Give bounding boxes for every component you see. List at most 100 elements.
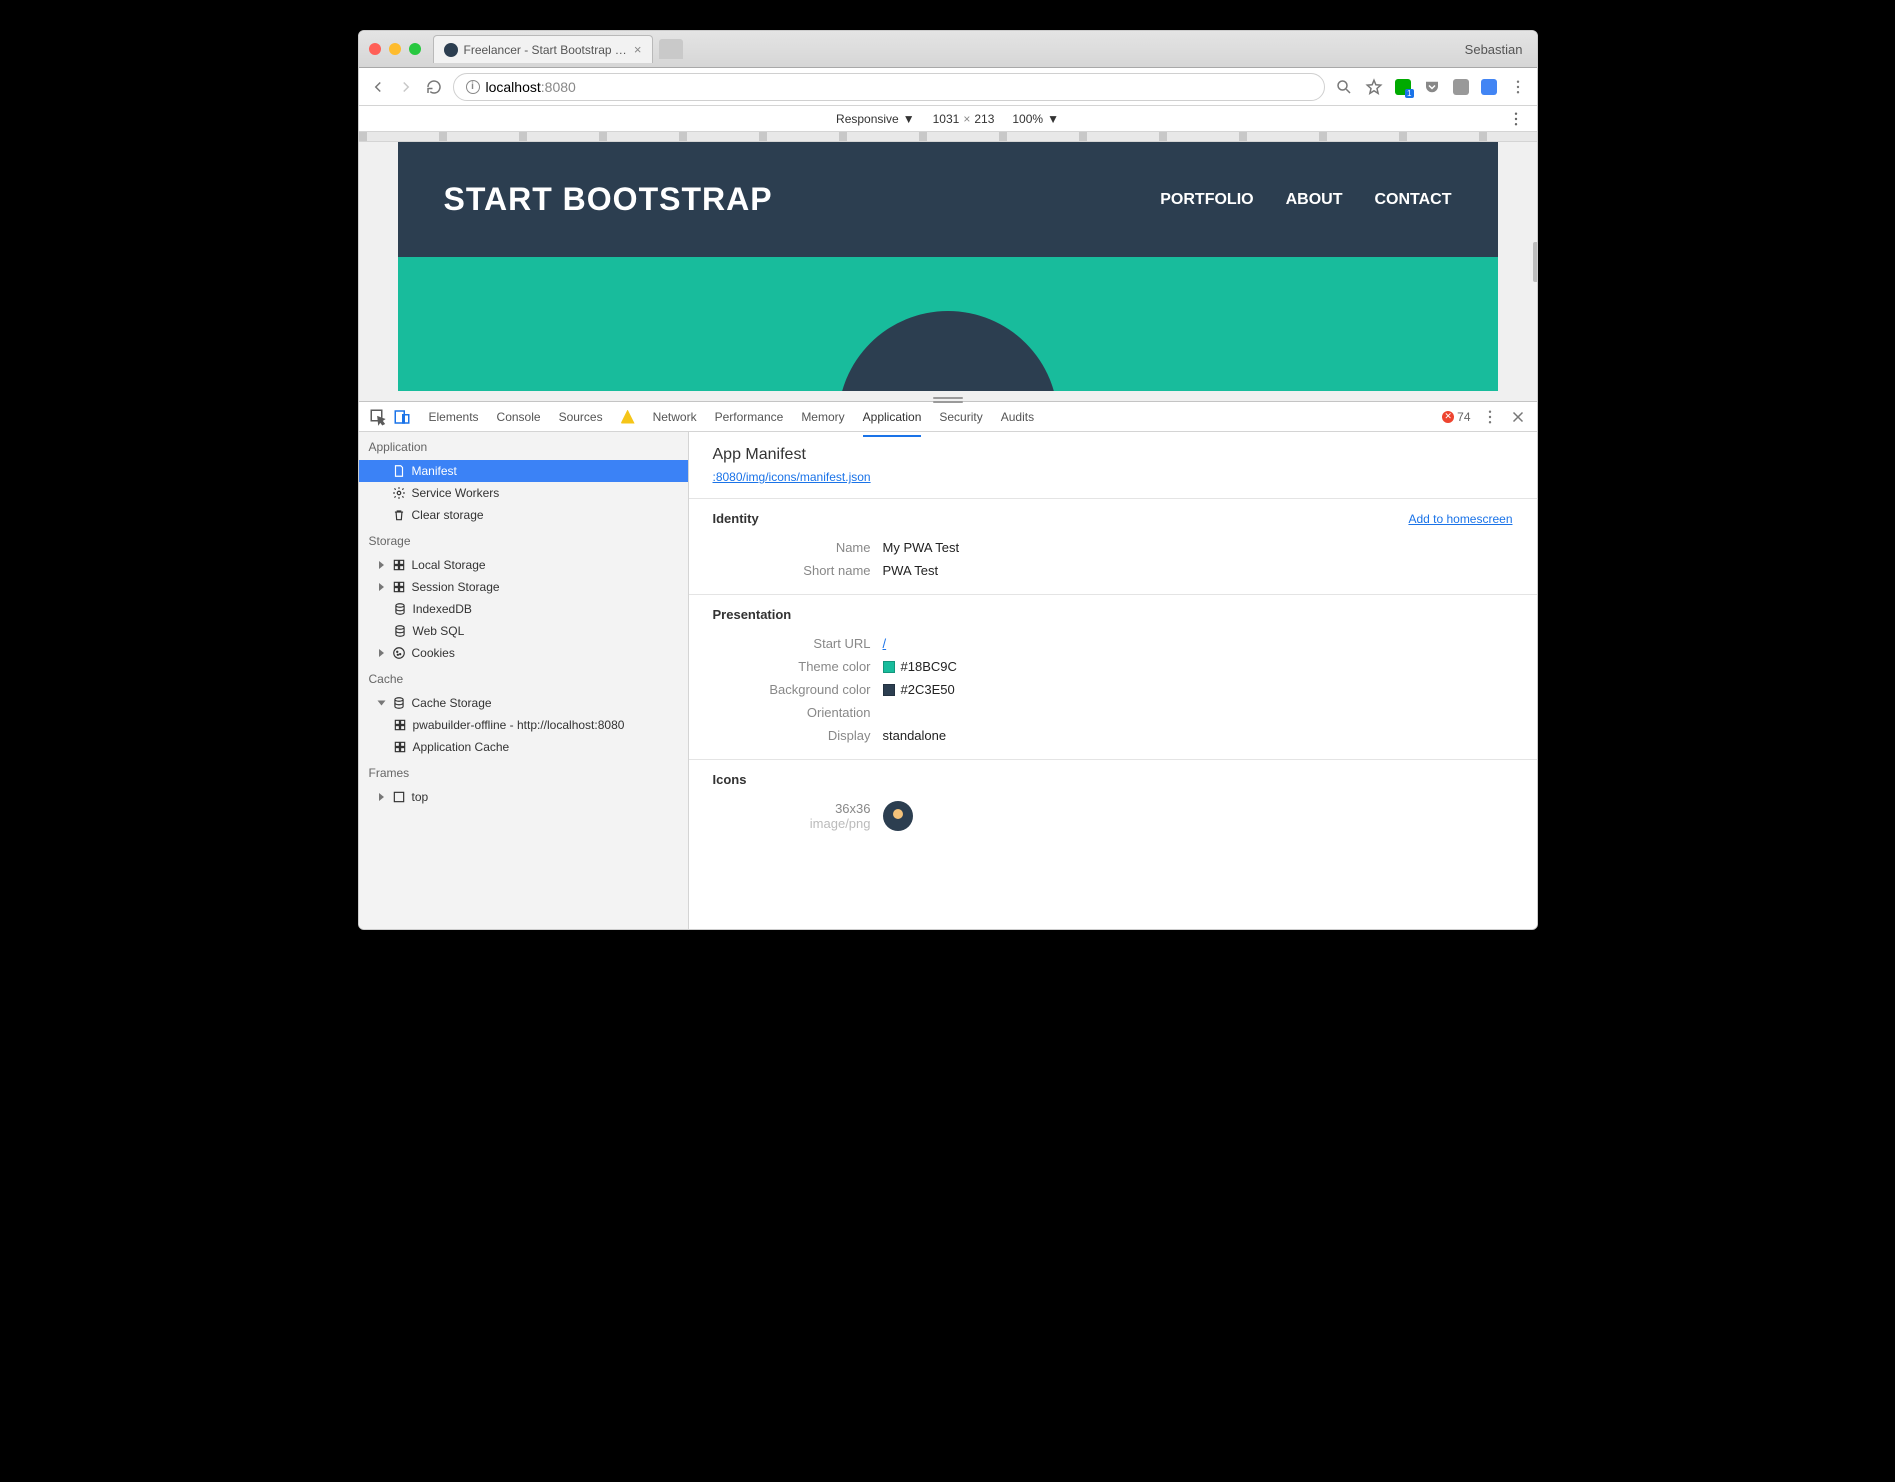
address-bar[interactable]: i localhost:8080 [453, 73, 1325, 101]
add-to-homescreen-link[interactable]: Add to homescreen [1408, 512, 1512, 526]
devtools-tab-network[interactable]: Network [653, 404, 697, 430]
viewport-resize-handle-bottom[interactable] [933, 397, 963, 403]
warning-icon [621, 410, 635, 424]
error-count-badge[interactable]: ✕74 [1442, 410, 1470, 424]
extension-2-icon[interactable] [1453, 79, 1469, 95]
grid-icon [393, 740, 407, 754]
kv-key: Name [713, 540, 883, 555]
sidebar-item-service-workers[interactable]: Service Workers [359, 482, 688, 504]
expand-arrow-icon[interactable] [379, 793, 384, 801]
sidebar-item-label: Cookies [412, 646, 455, 660]
identity-heading: Identity [713, 511, 759, 526]
sidebar-item-web-sql[interactable]: Web SQL [359, 620, 688, 642]
expand-arrow-icon[interactable] [379, 649, 384, 657]
devtools-tab-elements[interactable]: Elements [429, 404, 479, 430]
sidebar-group-cache: Cache [359, 664, 688, 692]
devtools-tab-application[interactable]: Application [863, 404, 922, 430]
extension-3-icon[interactable] [1481, 79, 1497, 95]
inspect-element-icon[interactable] [369, 408, 387, 426]
new-tab-button[interactable] [659, 39, 683, 59]
sidebar-item-local-storage[interactable]: Local Storage [359, 554, 688, 576]
reload-button[interactable] [425, 78, 443, 96]
forward-button[interactable] [397, 78, 415, 96]
browser-menu-icon[interactable] [1509, 78, 1527, 96]
expand-arrow-icon[interactable] [379, 561, 384, 569]
kv-row: 36x36image/png [713, 797, 1513, 835]
trash-icon [392, 508, 406, 522]
extension-1-icon[interactable]: 1 [1395, 79, 1411, 95]
site-menu-contact[interactable]: CONTACT [1374, 191, 1451, 209]
tab-title: Freelancer - Start Bootstrap Th [464, 43, 628, 57]
kv-value: / [883, 636, 887, 651]
expand-arrow-icon[interactable] [379, 583, 384, 591]
presentation-section: Presentation Start URL/Theme color#18BC9… [689, 594, 1537, 759]
start-url-link[interactable]: / [883, 636, 887, 651]
profile-label[interactable]: Sebastian [1465, 42, 1523, 57]
toggle-device-toolbar-icon[interactable] [393, 408, 411, 426]
icons-section: Icons 36x36image/png [689, 759, 1537, 847]
back-button[interactable] [369, 78, 387, 96]
color-swatch-icon [883, 684, 895, 696]
url-port: :8080 [541, 79, 576, 95]
devtools-tab-audits[interactable]: Audits [1001, 404, 1034, 430]
kv-value: PWA Test [883, 563, 939, 578]
pocket-icon[interactable] [1423, 78, 1441, 96]
site-menu-about[interactable]: ABOUT [1286, 191, 1343, 209]
zoom-icon[interactable] [1335, 78, 1353, 96]
window-controls [369, 43, 421, 55]
kv-row: Orientation [713, 701, 1513, 724]
fullscreen-window-icon[interactable] [409, 43, 421, 55]
manifest-path-link[interactable]: :8080/img/icons/manifest.json [689, 470, 1537, 498]
sidebar-item-label: top [412, 790, 429, 804]
site-info-icon[interactable]: i [466, 80, 480, 94]
sidebar-item-manifest[interactable]: Manifest [359, 460, 688, 482]
db-icon [393, 624, 407, 638]
cookie-icon [392, 646, 406, 660]
kv-key: Orientation [713, 705, 883, 720]
grid-icon [393, 718, 407, 732]
sidebar-item-pwabuilder-offline-http-localhost-8080[interactable]: pwabuilder-offline - http://localhost:80… [359, 714, 688, 736]
devtools-menu-icon[interactable] [1481, 408, 1499, 426]
kv-row: Start URL/ [713, 632, 1513, 655]
url-host: localhost [486, 79, 541, 95]
kv-key: Theme color [713, 659, 883, 674]
device-mode-select[interactable]: Responsive ▼ [836, 112, 915, 126]
db-icon [392, 696, 406, 710]
sidebar-item-cache-storage[interactable]: Cache Storage [359, 692, 688, 714]
close-window-icon[interactable] [369, 43, 381, 55]
kv-key: Display [713, 728, 883, 743]
expand-arrow-icon[interactable] [377, 701, 385, 706]
device-toolbar-menu-icon[interactable] [1507, 110, 1525, 128]
responsive-viewport: START BOOTSTRAP PORTFOLIO ABOUT CONTACT [359, 142, 1537, 402]
application-sidebar: ApplicationManifestService WorkersClear … [359, 432, 689, 929]
devtools-tab-performance[interactable]: Performance [715, 404, 784, 430]
devtools-tab-console[interactable]: Console [497, 404, 541, 430]
sidebar-item-label: pwabuilder-offline - http://localhost:80… [413, 718, 625, 732]
sidebar-item-clear-storage[interactable]: Clear storage [359, 504, 688, 526]
page-frame[interactable]: START BOOTSTRAP PORTFOLIO ABOUT CONTACT [398, 142, 1498, 391]
sidebar-item-indexeddb[interactable]: IndexedDB [359, 598, 688, 620]
zoom-select[interactable]: 100% ▼ [1012, 112, 1059, 126]
viewport-resize-handle-right[interactable] [1533, 242, 1538, 282]
sidebar-group-storage: Storage [359, 526, 688, 554]
sidebar-item-label: Manifest [412, 464, 457, 478]
manifest-icon-preview [883, 801, 913, 831]
viewport-size[interactable]: 1031 × 213 [933, 112, 995, 126]
bookmark-icon[interactable] [1365, 78, 1383, 96]
browser-tab[interactable]: Freelancer - Start Bootstrap Th × [433, 35, 653, 63]
sidebar-item-top[interactable]: top [359, 786, 688, 808]
site-menu-portfolio[interactable]: PORTFOLIO [1160, 191, 1253, 209]
sidebar-item-application-cache[interactable]: Application Cache [359, 736, 688, 758]
icons-heading: Icons [713, 772, 747, 787]
devtools-tab-sources[interactable]: Sources [559, 404, 603, 430]
site-brand[interactable]: START BOOTSTRAP [444, 181, 773, 218]
devtools-close-icon[interactable] [1509, 408, 1527, 426]
sidebar-item-cookies[interactable]: Cookies [359, 642, 688, 664]
close-tab-icon[interactable]: × [634, 42, 642, 57]
devtools-tab-memory[interactable]: Memory [801, 404, 844, 430]
db-icon [393, 602, 407, 616]
sidebar-item-label: Clear storage [412, 508, 484, 522]
minimize-window-icon[interactable] [389, 43, 401, 55]
sidebar-item-session-storage[interactable]: Session Storage [359, 576, 688, 598]
devtools-tab-security[interactable]: Security [939, 404, 982, 430]
